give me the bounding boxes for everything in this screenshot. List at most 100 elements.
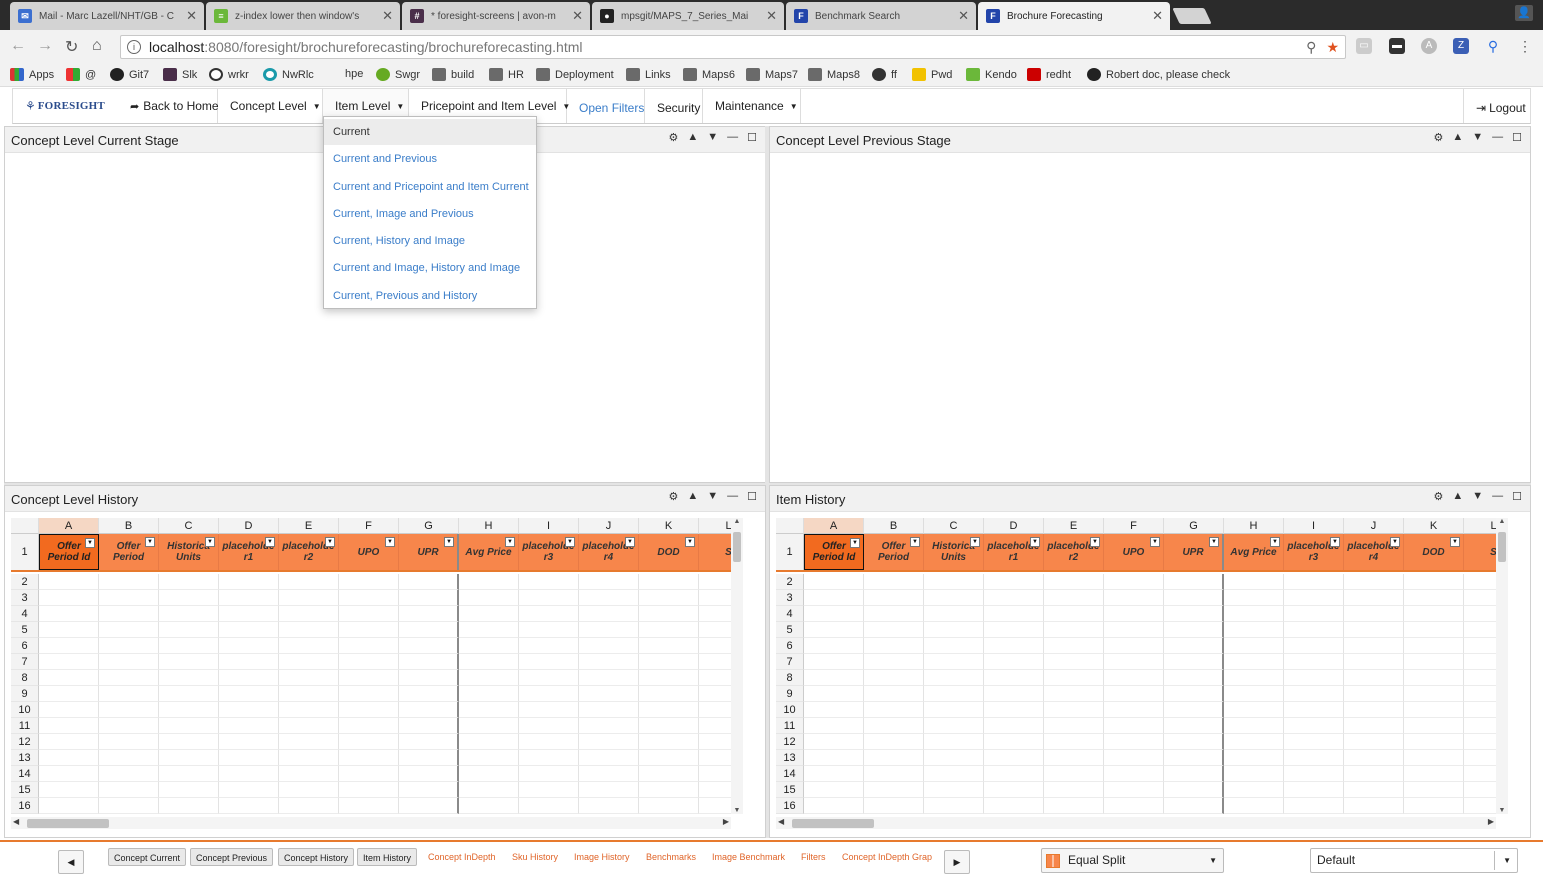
grid-cell[interactable] <box>1284 702 1344 718</box>
bookmark-maps7[interactable]: Maps7 <box>746 68 798 81</box>
grid-cell[interactable] <box>984 574 1044 590</box>
close-icon[interactable]: ✕ <box>766 8 777 24</box>
grid-cell[interactable] <box>1044 798 1104 814</box>
scroll-thumb[interactable] <box>733 532 741 562</box>
grid-cell[interactable] <box>639 766 699 782</box>
grid-cell[interactable] <box>399 638 459 654</box>
grid-cell[interactable] <box>864 606 924 622</box>
grid-cell[interactable] <box>99 798 159 814</box>
grid-cell[interactable] <box>219 734 279 750</box>
grid-cell[interactable] <box>39 574 99 590</box>
dropdown-item-current[interactable]: Current <box>324 119 536 145</box>
grid-cell[interactable] <box>1104 622 1164 638</box>
grid-cell[interactable] <box>99 622 159 638</box>
filter-dropdown-icon[interactable]: ▼ <box>850 538 860 548</box>
zoom-icon[interactable]: ⚲ <box>1306 39 1316 56</box>
grid-cell[interactable] <box>519 766 579 782</box>
grid-cell[interactable] <box>924 670 984 686</box>
grid-cell[interactable] <box>804 670 864 686</box>
grid-cell[interactable] <box>39 702 99 718</box>
grid-cell[interactable] <box>1044 718 1104 734</box>
grid-cell[interactable] <box>1344 574 1404 590</box>
bookmark-hpe[interactable]: hpe <box>345 68 363 80</box>
grid-cell[interactable] <box>804 686 864 702</box>
column-letter[interactable]: A <box>39 518 99 534</box>
grid-cell[interactable] <box>1164 622 1224 638</box>
grid-cell[interactable] <box>219 686 279 702</box>
column-header[interactable]: placeholde r4 ▼ <box>579 534 639 570</box>
close-icon[interactable]: ✕ <box>1152 8 1163 24</box>
column-header[interactable]: placeholde r1 ▼ <box>984 534 1044 570</box>
grid-corner[interactable] <box>776 518 804 534</box>
grid-cell[interactable] <box>1044 638 1104 654</box>
column-letter[interactable]: C <box>159 518 219 534</box>
grid-cell[interactable] <box>699 798 735 814</box>
grid-cell[interactable] <box>699 670 735 686</box>
row-number[interactable]: 10 <box>11 702 39 718</box>
grid-cell[interactable] <box>159 686 219 702</box>
grid-cell[interactable] <box>1464 654 1500 670</box>
grid-cell[interactable] <box>1224 734 1284 750</box>
grid-cell[interactable] <box>399 718 459 734</box>
grid-cell[interactable] <box>1404 654 1464 670</box>
grid-cell[interactable] <box>519 590 579 606</box>
bottom-tab-concept-previous[interactable]: Concept Previous <box>190 848 274 866</box>
row-number[interactable]: 6 <box>776 638 804 654</box>
grid-cell[interactable] <box>639 702 699 718</box>
grid-cell[interactable] <box>1164 590 1224 606</box>
dropdown-item-current-history-image[interactable]: Current, History and Image <box>324 228 536 254</box>
caret-down-icon[interactable]: ▼ <box>1472 490 1483 503</box>
bookmark-star-icon[interactable]: ★ <box>1326 39 1339 56</box>
grid-cell[interactable] <box>864 622 924 638</box>
column-letter[interactable]: K <box>1404 518 1464 534</box>
grid-cell[interactable] <box>804 782 864 798</box>
grid-cell[interactable] <box>1164 766 1224 782</box>
grid-cell[interactable] <box>279 686 339 702</box>
filter-dropdown-icon[interactable]: ▼ <box>970 537 980 547</box>
scroll-thumb[interactable] <box>27 819 109 828</box>
grid-cell[interactable] <box>1284 590 1344 606</box>
grid-cell[interactable] <box>1404 606 1464 622</box>
grid-cell[interactable] <box>519 670 579 686</box>
minimize-icon[interactable]: — <box>727 131 738 144</box>
column-header[interactable]: Historica Units ▼ <box>924 534 984 570</box>
column-letter[interactable]: F <box>339 518 399 534</box>
grid-cell[interactable] <box>1104 606 1164 622</box>
grid-cell[interactable] <box>399 574 459 590</box>
close-icon[interactable]: ✕ <box>572 8 583 24</box>
column-letter[interactable]: G <box>1164 518 1224 534</box>
column-letter[interactable]: D <box>984 518 1044 534</box>
grid-cell[interactable] <box>1464 670 1500 686</box>
grid-cell[interactable] <box>864 590 924 606</box>
grid-cell[interactable] <box>219 590 279 606</box>
grid-cell[interactable] <box>99 686 159 702</box>
grid-cell[interactable] <box>984 750 1044 766</box>
grid-cell[interactable] <box>984 590 1044 606</box>
grid-cell[interactable] <box>579 622 639 638</box>
grid-cell[interactable] <box>984 766 1044 782</box>
grid-cell[interactable] <box>99 606 159 622</box>
maximize-icon[interactable]: ☐ <box>747 490 757 503</box>
grid-cell[interactable] <box>399 702 459 718</box>
grid-cell[interactable] <box>279 782 339 798</box>
grid-cell[interactable] <box>339 750 399 766</box>
spreadsheet-grid[interactable]: A B C D E F G H I J K L 1 Offer Period Id ▼ Offer Perio… <box>776 518 1500 816</box>
grid-cell[interactable] <box>1284 654 1344 670</box>
grid-cell[interactable] <box>924 574 984 590</box>
grid-cell[interactable] <box>699 574 735 590</box>
row-number[interactable]: 16 <box>11 798 39 814</box>
grid-cell[interactable] <box>984 734 1044 750</box>
grid-cell[interactable] <box>1464 686 1500 702</box>
grid-cell[interactable] <box>279 718 339 734</box>
grid-cell[interactable] <box>1044 734 1104 750</box>
caret-up-icon[interactable]: ▲ <box>1452 131 1463 144</box>
grid-cell[interactable] <box>1404 574 1464 590</box>
grid-cell[interactable] <box>339 766 399 782</box>
grid-cell[interactable] <box>279 750 339 766</box>
grid-cell[interactable] <box>1164 750 1224 766</box>
bookmark-swgr[interactable]: Swgr <box>376 68 420 81</box>
grid-cell[interactable] <box>459 686 519 702</box>
grid-cell[interactable] <box>579 574 639 590</box>
column-letter[interactable]: E <box>1044 518 1104 534</box>
column-header[interactable]: placeholde r2 ▼ <box>1044 534 1104 570</box>
